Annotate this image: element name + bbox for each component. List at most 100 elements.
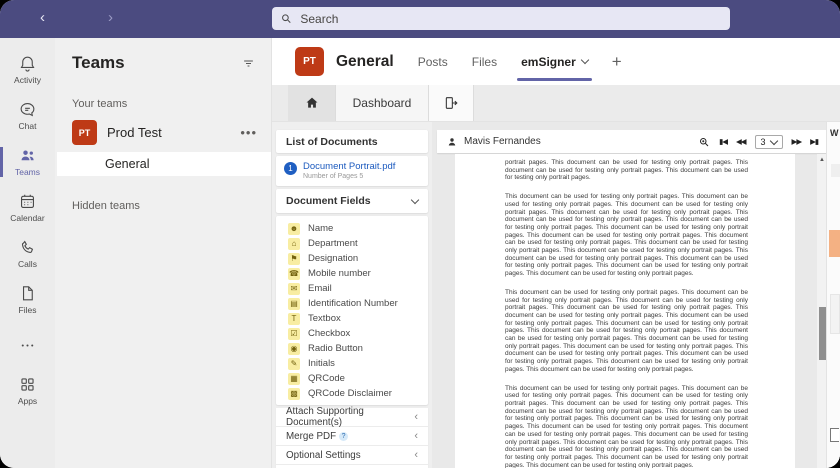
document-index-badge: 1	[284, 162, 297, 175]
rail-item-teams[interactable]: Teams	[0, 140, 55, 184]
clipped-panel-box	[831, 164, 840, 177]
section-merge-pdf[interactable]: Merge PDF? ‹	[276, 427, 428, 446]
dashboard-label: Dashboard	[353, 96, 412, 110]
channel-item-general[interactable]: General	[57, 152, 271, 176]
field-label: Radio Button	[308, 343, 363, 354]
emsigner-accordion-sections: Attach Supporting Document(s) ‹ Merge PD…	[276, 408, 428, 468]
first-page-button[interactable]: ▮◀	[719, 137, 727, 146]
rail-item-calls[interactable]: Calls	[0, 232, 55, 276]
search-box[interactable]	[272, 7, 730, 30]
team-name: Prod Test	[107, 125, 230, 140]
last-page-button[interactable]: ▶▮	[810, 137, 818, 146]
field-row-designation[interactable]: ⚑ Designation	[276, 251, 428, 266]
field-label: Checkbox	[308, 328, 350, 339]
file-icon	[18, 284, 37, 303]
filter-icon[interactable]	[241, 56, 256, 71]
emsigner-app-body: List of Documents 1 Document Portrait.pd…	[272, 122, 840, 468]
rail-label: Activity	[14, 75, 41, 85]
sign-out-button[interactable]	[429, 85, 474, 121]
document-fields-list: ☻ Name ⌂ Department ⚑ Designation ☎	[276, 216, 428, 405]
teams-panel-title: Teams	[72, 53, 125, 73]
add-tab-button[interactable]: +	[612, 52, 622, 72]
field-label: Designation	[308, 253, 358, 264]
clipped-panel-box	[830, 294, 840, 334]
field-label: QRCode Disclaimer	[308, 388, 392, 399]
field-row-qrcode-disclaimer[interactable]: ▩ QRCode Disclaimer	[276, 386, 428, 401]
channel-header: PT General Posts Files emSigner +	[272, 38, 840, 85]
team-avatar: PT	[72, 120, 97, 145]
cursor-icon	[830, 428, 839, 442]
viewer-toolbar: Mavis Fernandes ▮◀ ◀◀ 3 ▶▶	[437, 130, 827, 153]
tab-posts[interactable]: Posts	[418, 38, 448, 85]
field-label: Textbox	[308, 313, 341, 324]
field-row-mobile-number[interactable]: ☎ Mobile number	[276, 266, 428, 281]
calendar-icon	[18, 192, 37, 211]
chevron-down-icon	[769, 137, 777, 145]
qrcode-icon: ▦	[288, 373, 300, 385]
id-card-icon: ▤	[288, 298, 300, 310]
rail-item-apps[interactable]: Apps	[0, 369, 55, 413]
tab-files[interactable]: Files	[472, 38, 497, 85]
field-row-initials[interactable]: ✎ Initials	[276, 356, 428, 371]
search-input[interactable]	[298, 11, 722, 27]
home-icon	[304, 95, 320, 111]
document-list-item[interactable]: 1 Document Portrait.pdf Number of Pages …	[276, 156, 428, 186]
team-more-options-icon[interactable]: •••	[240, 125, 257, 140]
team-row-prod-test[interactable]: PT Prod Test •••	[55, 110, 271, 152]
signer-color-badge[interactable]	[829, 230, 840, 257]
rail-item-more[interactable]	[0, 334, 55, 357]
section-attach-supporting-documents[interactable]: Attach Supporting Document(s) ‹	[276, 408, 428, 427]
field-row-radio-button[interactable]: ◉ Radio Button	[276, 341, 428, 356]
next-page-button[interactable]: ▶▶	[792, 137, 802, 146]
person-icon: ☻	[288, 223, 300, 235]
field-row-checkbox[interactable]: ☑ Checkbox	[276, 326, 428, 341]
section-optional-settings[interactable]: Optional Settings ‹	[276, 446, 428, 465]
apps-grid-icon	[18, 375, 37, 394]
document-pages-label: Number of Pages 5	[303, 173, 395, 180]
field-row-textbox[interactable]: T Textbox	[276, 311, 428, 326]
chevron-down-icon[interactable]	[581, 56, 589, 64]
rail-label: Teams	[15, 167, 40, 177]
previous-page-button[interactable]: ◀◀	[736, 137, 746, 146]
building-icon: ⌂	[288, 238, 300, 250]
chevron-left-icon: ‹	[414, 411, 418, 423]
textbox-icon: T	[288, 313, 300, 325]
forward-button[interactable]: ›	[108, 8, 113, 28]
field-row-name[interactable]: ☻ Name	[276, 221, 428, 236]
field-label: Mobile number	[308, 268, 371, 279]
page-selector[interactable]: 3	[755, 135, 783, 149]
rail-item-calendar[interactable]: Calendar	[0, 186, 55, 230]
sign-out-icon	[443, 95, 459, 111]
back-button[interactable]: ‹	[40, 8, 45, 28]
field-row-email[interactable]: ✉ Email	[276, 281, 428, 296]
phone-icon: ☎	[288, 268, 300, 280]
channel-name: General	[105, 157, 149, 171]
hidden-teams-label[interactable]: Hidden teams	[55, 176, 271, 212]
field-row-department[interactable]: ⌂ Department	[276, 236, 428, 251]
page-number: 3	[761, 137, 766, 147]
rail-item-activity[interactable]: Activity	[0, 48, 55, 92]
channel-title: General	[336, 53, 394, 71]
field-row-identification-number[interactable]: ▤ Identification Number	[276, 296, 428, 311]
zoom-icon[interactable]	[698, 136, 710, 148]
document-page: portrait pages. This document can be use…	[455, 154, 795, 468]
section-label: Attach Supporting Document(s)	[286, 406, 414, 428]
document-fields-header[interactable]: Document Fields	[276, 189, 428, 213]
document-name-link[interactable]: Document Portrait.pdf	[303, 161, 395, 172]
chevron-down-icon	[411, 195, 419, 203]
rail-item-chat[interactable]: Chat	[0, 94, 55, 138]
home-tab-button[interactable]	[288, 85, 336, 121]
field-row-qrcode[interactable]: ▦ QRCode	[276, 371, 428, 386]
help-icon[interactable]: ?	[339, 432, 348, 441]
page-area: portrait pages. This document can be use…	[432, 154, 817, 468]
designation-icon: ⚑	[288, 253, 300, 265]
document-fields-title: Document Fields	[286, 195, 371, 207]
tab-emsigner[interactable]: emSigner	[521, 38, 588, 85]
more-dots-icon	[18, 336, 37, 355]
rail-item-files[interactable]: Files	[0, 278, 55, 322]
dashboard-tab-button[interactable]: Dashboard	[336, 85, 429, 121]
section-label: Optional Settings	[286, 450, 361, 461]
teams-list-panel: Teams Your teams PT Prod Test ••• Genera…	[55, 38, 272, 468]
scrollbar-thumb[interactable]	[819, 307, 826, 360]
field-label: QRCode	[308, 373, 345, 384]
